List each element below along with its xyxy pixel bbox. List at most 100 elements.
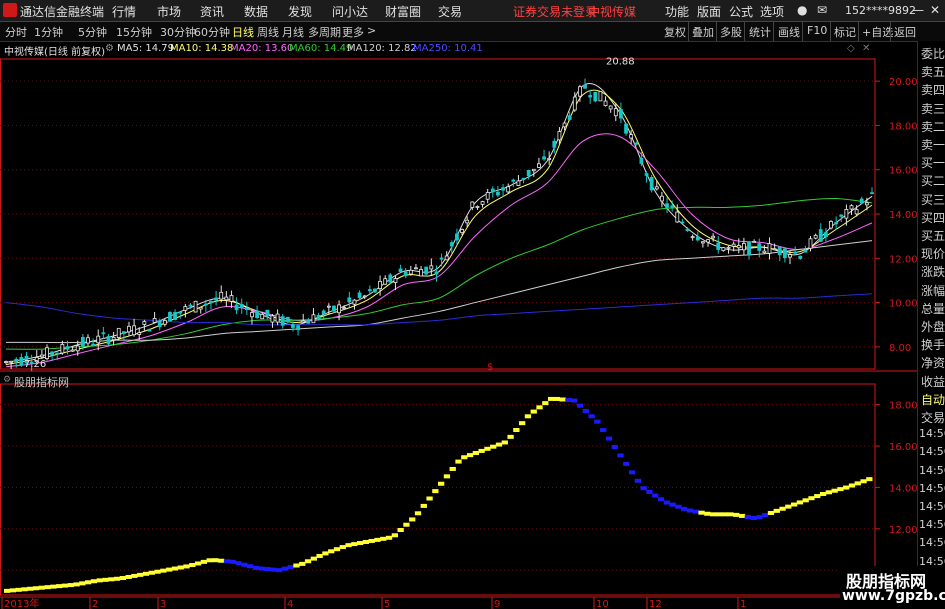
stock-label[interactable]: 中视传媒(日线 前复权) [4,43,105,58]
candle-body [670,205,675,208]
close-icon[interactable]: ✕ [930,3,940,17]
period-tab[interactable]: 更多 [342,24,364,40]
candle-body [480,201,485,205]
candle-body [91,343,96,346]
user-icon[interactable]: ● [797,3,807,17]
menu-right-item[interactable]: 选项 [760,3,784,20]
message-icon[interactable]: ✉ [817,3,827,17]
chevron-right-icon[interactable]: > [367,24,376,37]
toolbar-button[interactable]: +自选 [862,24,893,40]
indicator-step [362,539,370,544]
login-status[interactable]: 证券交易未登录 [513,3,597,20]
toolbar-button[interactable]: 画线 [778,24,800,40]
indicator-step [600,428,607,433]
menu-item[interactable]: 数据 [244,3,268,20]
candle-body [183,306,188,311]
indicator-step [640,486,647,491]
period-tab[interactable]: 5分钟 [78,24,107,40]
indicator-step [4,588,11,593]
toolbar-button[interactable]: F10 [807,24,827,37]
minimize-icon[interactable]: — [912,3,924,17]
menu-item[interactable]: 财富圈 [385,3,421,20]
indicator-step [686,508,694,513]
indicator-step [368,538,375,543]
candle-body [537,163,541,168]
candle-body [511,179,516,182]
candle-body [782,248,787,259]
indicator-step [206,558,213,563]
y-tick-label: 18.00 [889,401,917,412]
period-tab[interactable]: 分时 [5,24,27,40]
x-tick-label: 1 [740,599,746,609]
candle-body [444,255,449,261]
period-tab[interactable]: 15分钟 [116,24,152,40]
close-icon[interactable]: ✕ [862,43,870,54]
account-id[interactable]: 152****9892 [845,4,916,17]
period-tab[interactable]: 月线 [282,24,304,40]
indicator-step [328,549,335,554]
indicator-step [61,583,69,588]
toolbar-button[interactable]: 复权 [664,24,686,40]
indicator-step [420,503,427,508]
indicator-step [380,536,387,541]
menu-item[interactable]: 市场 [157,3,181,20]
menu-right-item[interactable]: 功能 [665,3,689,20]
candle-body [116,327,121,338]
candle-body [188,304,193,307]
toolbar-button[interactable]: 叠加 [692,24,714,40]
app-title: 通达信金融终端 [20,5,105,19]
candle-body [137,332,142,335]
candle-body [695,236,700,241]
toolbar-button[interactable]: 统计 [749,24,771,40]
candle-body [629,134,634,139]
menu-right-item[interactable]: 版面 [697,3,721,20]
indicator-step [547,396,555,401]
menu-item[interactable]: 问小达 [332,3,368,20]
quote-label: 14:56 [919,427,945,441]
settings-gear-icon[interactable]: ⚙ [105,43,114,54]
indicator-step [356,541,364,546]
indicator-step [391,533,398,538]
candle-body [326,305,331,308]
period-tab[interactable]: 30分钟 [160,24,196,40]
period-tab[interactable]: 周线 [257,24,279,40]
candle-body [685,228,690,231]
candle-body [332,305,336,312]
chart-area[interactable]: 8.00 10.00 12.00 14.00 16.00 18.00 20.00 20.88 7… [0,41,917,609]
indicator-step [183,564,190,569]
candle-body [854,209,859,215]
period-tab[interactable]: 多周期 [308,24,341,40]
menu-item[interactable]: 发现 [288,3,312,20]
menu-item[interactable]: 交易 [438,3,462,20]
settings-gear-icon[interactable]: ⚙ [3,375,11,385]
indicator-step [461,455,468,460]
toolbar-button[interactable]: 返回 [894,24,916,40]
indicator-step [617,453,624,458]
candle-body [306,320,311,324]
menu-item[interactable]: 行情 [112,3,136,20]
candle-body [357,292,362,298]
candle-body [55,352,60,355]
candle-body [839,214,844,217]
diamond-icon[interactable]: ◇ [847,43,855,54]
candle-body [798,255,803,259]
main-panel-border [0,58,876,370]
menu-right-item[interactable]: 公式 [729,3,753,20]
menu-item[interactable]: 资讯 [200,3,224,20]
toolbar-button[interactable]: 多股 [720,24,742,40]
candle-body [321,310,326,315]
period-tab[interactable]: 1分钟 [34,24,63,40]
period-tab[interactable]: 60分钟 [194,24,230,40]
candle-body [9,360,14,363]
candle-body [393,278,398,283]
candle-body [813,234,818,239]
indicator-step [299,561,306,566]
candle-body [178,311,183,314]
x-tick-label: 9 [494,599,500,609]
indicator-step [171,566,179,571]
period-tab-active[interactable]: 日线 [232,24,254,40]
toolbar-button[interactable]: 标记 [834,24,856,40]
candle-body [152,318,157,323]
candle-body [547,157,552,160]
indicator-panel-title[interactable]: 股朋指标网 [14,374,69,390]
